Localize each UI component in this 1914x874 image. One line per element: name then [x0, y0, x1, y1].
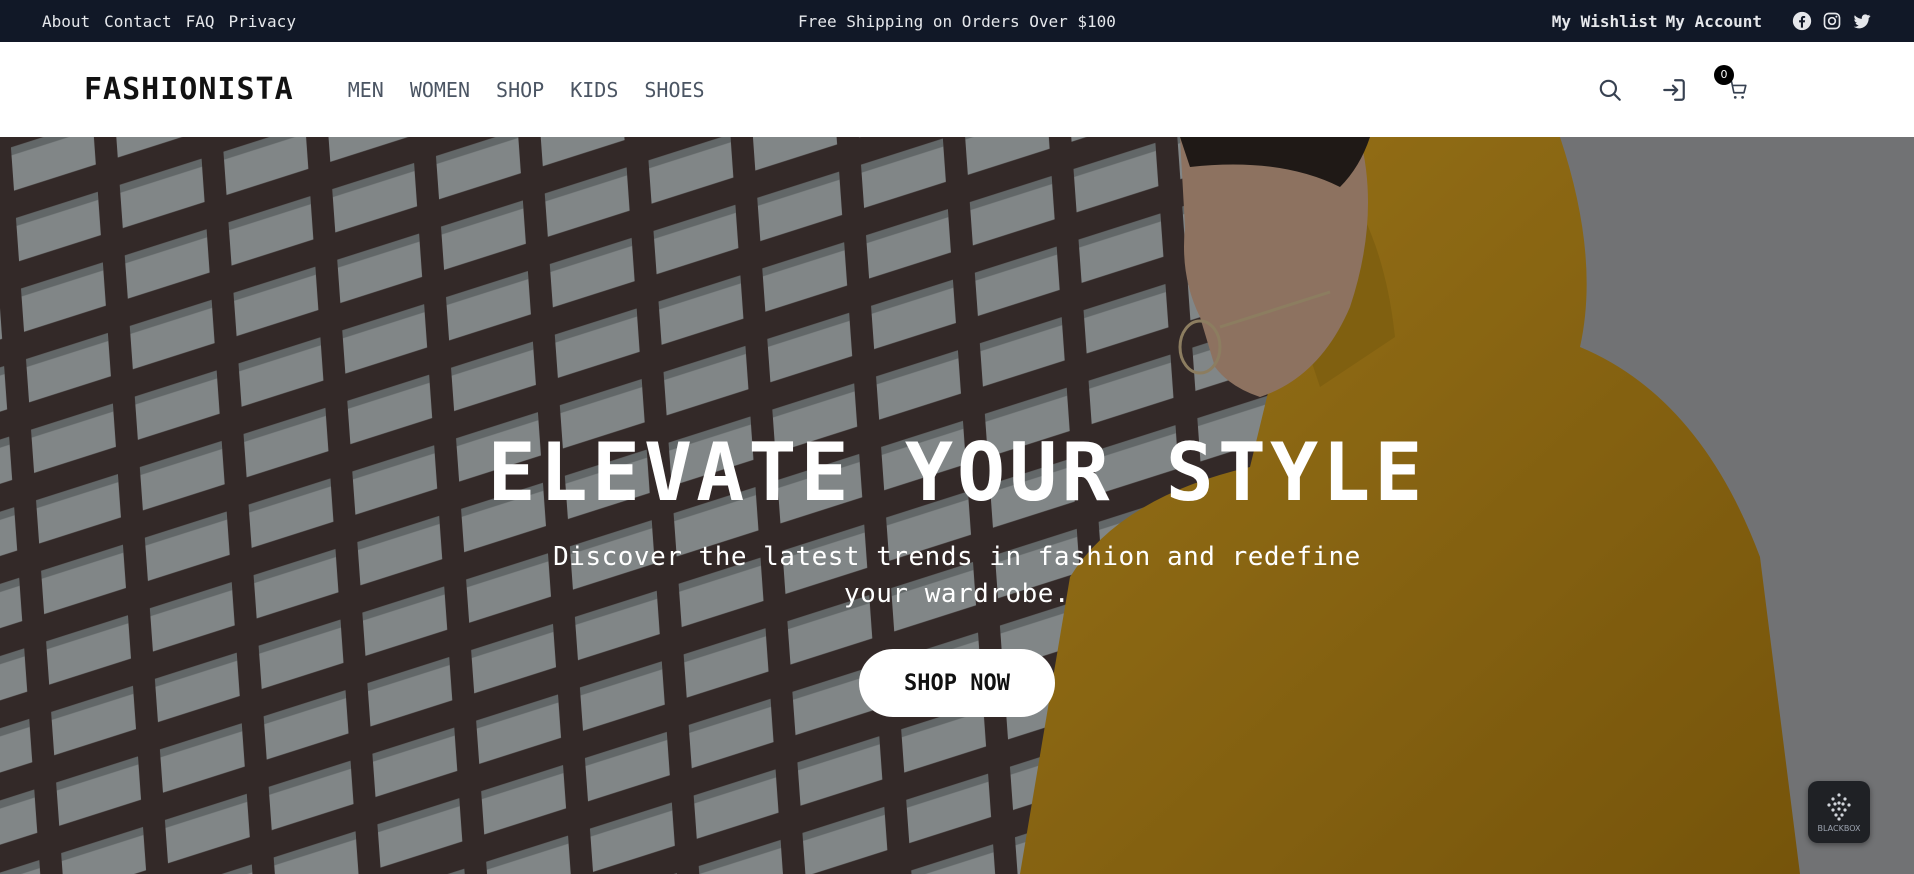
faq-link[interactable]: FAQ: [186, 12, 215, 31]
nav-shop[interactable]: SHOP: [496, 78, 544, 102]
announcement-bar: About Contact FAQ Privacy Free Shipping …: [0, 0, 1914, 42]
blackbox-logo-icon: [1827, 793, 1851, 821]
wishlist-link[interactable]: My Wishlist: [1552, 12, 1658, 31]
account-link[interactable]: My Account: [1666, 12, 1762, 31]
hero-content: ELEVATE YOUR STYLE Discover the latest t…: [0, 433, 1914, 717]
contact-link[interactable]: Contact: [104, 12, 171, 31]
site-logo[interactable]: FASHIONISTA: [84, 72, 294, 107]
nav-women[interactable]: WOMEN: [410, 78, 470, 102]
blackbox-widget[interactable]: BLACKBOX: [1808, 781, 1870, 843]
main-header: FASHIONISTA MEN WOMEN SHOP KIDS SHOES 0: [0, 42, 1914, 137]
topbar-right: My Wishlist My Account: [1552, 11, 1872, 31]
shop-now-button[interactable]: SHOP NOW: [859, 649, 1055, 717]
social-links: [1792, 11, 1872, 31]
instagram-icon[interactable]: [1822, 11, 1842, 31]
header-actions: 0: [1596, 64, 1830, 104]
cart-count-badge: 0: [1714, 64, 1734, 85]
widget-label: BLACKBOX: [1817, 824, 1861, 833]
hero-banner: ELEVATE YOUR STYLE Discover the latest t…: [0, 137, 1914, 874]
cart-icon[interactable]: 0: [1714, 64, 1752, 104]
nav-shoes[interactable]: SHOES: [644, 78, 704, 102]
about-link[interactable]: About: [42, 12, 90, 31]
nav-men[interactable]: MEN: [348, 78, 384, 102]
main-nav: MEN WOMEN SHOP KIDS SHOES: [348, 78, 705, 102]
privacy-link[interactable]: Privacy: [229, 12, 296, 31]
top-links: About Contact FAQ Privacy: [42, 12, 296, 31]
nav-kids[interactable]: KIDS: [570, 78, 618, 102]
twitter-icon[interactable]: [1852, 11, 1872, 31]
login-icon[interactable]: [1660, 76, 1688, 104]
search-icon[interactable]: [1596, 76, 1624, 104]
hero-subtitle: Discover the latest trends in fashion an…: [553, 542, 1361, 609]
facebook-icon[interactable]: [1792, 11, 1812, 31]
account-links: My Wishlist My Account: [1552, 12, 1762, 31]
hero-title: ELEVATE YOUR STYLE: [487, 426, 1427, 519]
